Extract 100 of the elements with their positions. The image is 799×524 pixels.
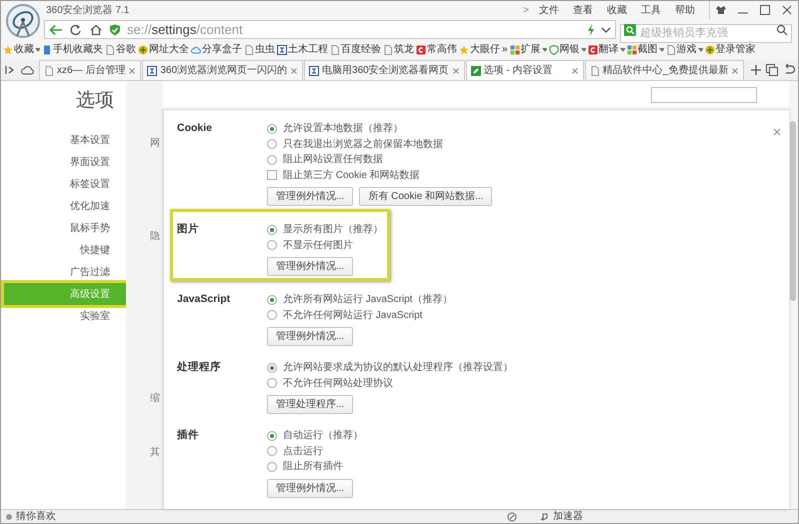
checkbox[interactable] (267, 170, 277, 180)
radio-button[interactable] (267, 446, 277, 456)
menu-item[interactable]: 查看 (573, 2, 593, 18)
browser-tab[interactable]: xz6— 后台管理 (39, 60, 142, 80)
caret-icon[interactable] (580, 48, 586, 52)
radio-button[interactable] (267, 362, 277, 373)
close-icon[interactable] (773, 128, 781, 136)
caret-icon[interactable] (620, 48, 625, 52)
menu-item[interactable]: 帮助 (675, 2, 695, 18)
option-label: 不显示任何图片 (283, 238, 353, 253)
browser-tab[interactable]: 精品软件中心_免费提供最新 (584, 60, 744, 80)
menu-item[interactable]: 文件 (539, 2, 559, 18)
lightning-icon[interactable] (587, 24, 595, 36)
settings-button[interactable]: 管理处理程序... (267, 395, 354, 414)
caret-down-icon[interactable] (601, 26, 611, 34)
plus-icon[interactable] (751, 64, 761, 74)
search-field[interactable] (651, 87, 757, 103)
bookmark-item[interactable]: 扩展 (510, 42, 547, 57)
radio-button[interactable] (267, 139, 277, 150)
bookmark-item[interactable]: 登录管家 (704, 42, 756, 57)
settings-button[interactable]: 所有 Cookie 和网站数据... (359, 187, 492, 206)
close-icon[interactable] (452, 66, 460, 74)
bookmark-item[interactable]: 谷歌 (105, 42, 136, 57)
bookmark-item[interactable]: 网址大全 (138, 42, 189, 57)
caret-icon[interactable] (658, 48, 664, 52)
sidebar-item[interactable]: 实验室 (1, 305, 126, 327)
option-label: 只在我退出浏览器之前保留本地数据 (283, 138, 443, 152)
home-icon[interactable] (89, 24, 103, 36)
caret-icon[interactable] (698, 48, 703, 52)
url-text: se://settings/content (127, 20, 244, 39)
radio-button[interactable] (267, 310, 277, 320)
sidebar-item[interactable]: 鼠标手势 (1, 217, 126, 239)
settings-button[interactable]: 管理例外情况... (267, 187, 354, 206)
browser-tab[interactable]: 360浏览器浏览网页一闪闪的 (142, 60, 304, 80)
bookmark-item[interactable]: 大眼仔 (459, 42, 500, 57)
bookmark-item[interactable]: 翻译 (588, 42, 625, 57)
accelerator-label[interactable]: 加速器 (553, 509, 583, 524)
option-label: 不允许任何网站运行 JavaScript (283, 308, 422, 323)
radio-button[interactable] (267, 154, 277, 165)
bookmark-item[interactable]: 收藏 (3, 42, 40, 57)
wrench-icon (470, 66, 481, 76)
site-icon (309, 66, 320, 76)
sidebar-item[interactable]: 优化加速 (1, 195, 126, 217)
refresh-icon[interactable] (69, 24, 83, 36)
background-label: 隐 (150, 230, 160, 244)
scrollbar-thumb[interactable] (790, 121, 796, 301)
browser-tab[interactable]: 电脑用360安全浏览器看网页 (304, 60, 465, 80)
settings-button[interactable]: 管理例外情况... (267, 478, 354, 498)
menu-item[interactable]: 工具 (641, 2, 661, 18)
radio-button[interactable] (267, 430, 277, 441)
radio-button[interactable] (267, 240, 277, 250)
sidebar-item[interactable]: 广告过滤 (1, 261, 126, 283)
sidebar-toggle-icon[interactable] (5, 64, 15, 74)
back-arrow-icon[interactable] (49, 24, 63, 36)
status-link[interactable]: 猜你喜欢 (16, 509, 56, 524)
radio-button[interactable] (267, 294, 277, 305)
status-dot-icon (6, 514, 12, 520)
address-field[interactable]: se://settings/content (44, 20, 616, 39)
option-label: 阻止所有插件 (283, 460, 343, 474)
cloud-icon (191, 44, 201, 54)
page-icon (666, 44, 676, 54)
bookmark-item[interactable]: 截图 (626, 42, 664, 57)
site-icon (147, 66, 158, 76)
sidebar-item[interactable]: 标签设置 (1, 173, 126, 195)
bookmark-item[interactable]: 网银 (548, 42, 586, 57)
close-icon[interactable] (570, 66, 579, 74)
cloud-icon[interactable] (21, 64, 35, 74)
radio-button[interactable] (267, 124, 277, 134)
sidebar-item[interactable]: 基本设置 (1, 129, 126, 151)
close-icon[interactable] (128, 66, 136, 74)
tab-list-icon[interactable] (766, 64, 778, 76)
sidebar-item[interactable]: 界面设置 (1, 151, 126, 173)
close-icon[interactable] (290, 66, 298, 74)
caret-icon[interactable] (35, 48, 40, 52)
menu-item[interactable]: 收藏 (607, 2, 627, 18)
section-title: 插件 (177, 428, 200, 443)
bookmark-item[interactable]: 筑龙 (383, 42, 414, 57)
star-icon (459, 44, 469, 54)
bookmark-item[interactable]: 百度经验 (330, 42, 381, 57)
bookmark-item[interactable]: 土木工程 (277, 42, 328, 57)
search-field[interactable]: 超级推销员李克强 (620, 24, 792, 42)
radio-button[interactable] (267, 462, 277, 472)
radio-button[interactable] (267, 224, 277, 235)
radio-button[interactable] (267, 378, 277, 388)
sidebar-item[interactable]: 快捷键 (1, 239, 126, 261)
browser-tab[interactable]: 选项 - 内容设置 (466, 60, 584, 80)
option-label: 阻止第三方 Cookie 和网站数据 (283, 168, 420, 183)
bookmark-item[interactable]: 虫虫 (244, 42, 275, 57)
caret-icon[interactable] (542, 48, 547, 52)
search-icon[interactable] (776, 24, 788, 36)
bookmark-item[interactable]: 分享盒子 (191, 42, 242, 57)
undo-icon[interactable] (783, 64, 795, 76)
bookmark-item[interactable]: 游戏 (666, 42, 703, 57)
close-icon[interactable] (731, 66, 740, 74)
settings-button[interactable]: 管理例外情况... (267, 257, 354, 276)
bookmark-item[interactable]: » (502, 42, 508, 57)
option-label: 允许网站要求成为协议的默认处理程序（推荐设置） (283, 360, 513, 376)
bookmark-item[interactable]: 手机收藏夹 (42, 42, 103, 57)
settings-button[interactable]: 管理例外情况... (267, 327, 354, 346)
bookmark-item[interactable]: 常高伟 (416, 42, 457, 57)
